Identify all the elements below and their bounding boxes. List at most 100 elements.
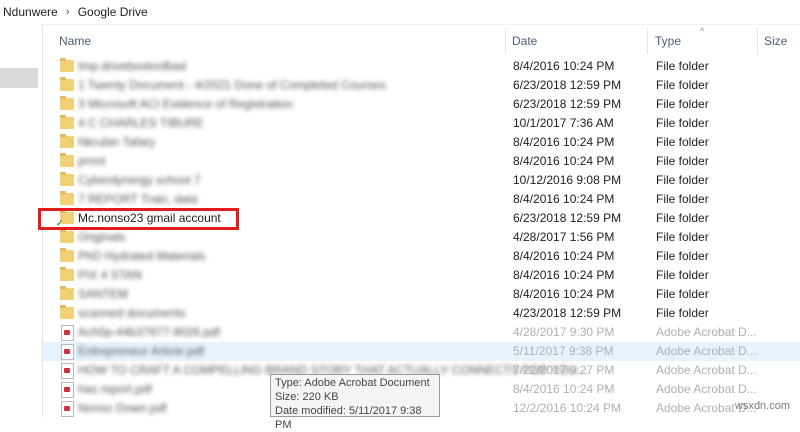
file-type: File folder <box>656 192 709 206</box>
file-date: 8/4/2016 10:24 PM <box>513 59 615 73</box>
file-date: 8/4/2016 10:24 PM <box>513 268 615 282</box>
file-type: Adobe Acrobat D... <box>656 325 757 339</box>
chevron-right-icon[interactable]: › <box>61 6 75 18</box>
file-type: File folder <box>656 249 709 263</box>
file-date: 8/4/2016 10:24 PM <box>513 249 615 263</box>
column-divider[interactable] <box>647 28 648 54</box>
folder-icon <box>60 191 74 205</box>
file-row[interactable]: Entrepreneur Article.pdf 5/11/2017 9:38 P… <box>43 342 800 361</box>
file-date: 7/22/2017 9:27 PM <box>513 363 615 377</box>
folder-icon <box>60 77 74 91</box>
breadcrumb-item-ndunwere[interactable]: Ndunwere <box>0 5 61 19</box>
column-header-size[interactable]: Size <box>764 28 787 54</box>
file-row[interactable]: scanned documents 4/23/2018 12:59 PM File … <box>43 304 800 323</box>
file-row[interactable]: Cyberdynergy school 7 10/12/2016 9:08 PM F… <box>43 171 800 190</box>
file-name: Originals <box>78 230 126 244</box>
file-type: Adobe Acrobat D... <box>656 382 757 396</box>
column-header-type[interactable]: Type <box>655 28 681 54</box>
file-type: Adobe Acrobat D... <box>656 344 757 358</box>
file-name: 3 Microsoft ACI Evidence of Registration <box>78 97 293 111</box>
file-row[interactable]: 3 Microsoft ACI Evidence of Registration… <box>43 95 800 114</box>
file-row[interactable]: PhD Hydrated Materials 8/4/2016 10:24 PM F… <box>43 247 800 266</box>
column-header-row: Name Date Type Size <box>43 28 800 54</box>
column-header-name[interactable]: Name <box>59 28 91 54</box>
folder-icon <box>60 115 74 129</box>
file-name: Cyberdynergy school 7 <box>78 173 201 187</box>
file-name: PIX 4 STAN <box>78 268 142 282</box>
file-date: 8/4/2016 10:24 PM <box>513 135 615 149</box>
file-type: File folder <box>656 230 709 244</box>
file-date: 4/28/2017 1:56 PM <box>513 230 615 244</box>
file-name: Nkrubin Tafary <box>78 135 156 149</box>
file-date: 12/2/2016 10:24 PM <box>513 401 622 415</box>
pdf-file-icon <box>61 401 74 417</box>
highlight-callout-box <box>38 208 239 230</box>
file-date: 6/23/2018 12:59 PM <box>513 78 622 92</box>
pdf-file-icon <box>61 382 74 398</box>
file-name: 7 REPORT Train, data <box>78 192 198 206</box>
file-row[interactable]: Nkrubin Tafary 8/4/2016 10:24 PM File fold… <box>43 133 800 152</box>
folder-icon <box>60 305 74 319</box>
file-type: File folder <box>656 173 709 187</box>
file-date: 4/23/2018 12:59 PM <box>513 306 622 320</box>
file-tooltip: Type: Adobe Acrobat Document Size: 220 K… <box>270 374 440 431</box>
file-type: File folder <box>656 116 709 130</box>
breadcrumb: Ndunwere › Google Drive <box>0 0 800 25</box>
sort-arrow-icon: ^ <box>700 26 705 36</box>
file-type: File folder <box>656 135 709 149</box>
file-row[interactable]: 4 C CHARLES TIBURE 10/1/2017 7:36 AM File … <box>43 114 800 133</box>
folder-icon <box>60 286 74 300</box>
pdf-file-icon <box>61 344 74 360</box>
file-row[interactable]: SANTEM 8/4/2016 10:24 PM File folder <box>43 285 800 304</box>
breadcrumb-item-google-drive[interactable]: Google Drive <box>75 5 151 19</box>
file-name: has report.pdf <box>78 382 153 396</box>
file-row[interactable]: Ach0p-44b37977-9026.pdf 4/28/2017 9:30 PM… <box>43 323 800 342</box>
file-date: 10/1/2017 7:36 AM <box>513 116 614 130</box>
column-divider[interactable] <box>505 28 506 54</box>
file-name: Entrepreneur Article.pdf <box>78 344 205 358</box>
watermark: wsxdn.com <box>735 400 791 412</box>
column-header-date[interactable]: Date <box>512 28 537 54</box>
file-date: 8/4/2016 10:24 PM <box>513 382 615 396</box>
file-type: File folder <box>656 287 709 301</box>
file-name: Ach0p-44b37977-9026.pdf <box>78 325 221 339</box>
tooltip-type: Type: Adobe Acrobat Document <box>275 377 430 389</box>
folder-icon <box>60 96 74 110</box>
file-date: 6/23/2018 12:59 PM <box>513 211 622 225</box>
file-type: Adobe Acrobat D... <box>656 363 757 377</box>
file-name: 4 C CHARLES TIBURE <box>78 116 204 130</box>
file-row[interactable]: 1 Twenty Document - 4/2021 Done of Compl… <box>43 76 800 95</box>
file-name: scanned documents <box>78 306 186 320</box>
file-type: File folder <box>656 154 709 168</box>
folder-icon <box>60 153 74 167</box>
folder-icon <box>60 248 74 262</box>
tooltip-size: Size: 220 KB <box>275 391 339 403</box>
file-date: 8/4/2016 10:24 PM <box>513 192 615 206</box>
file-type: File folder <box>656 78 709 92</box>
folder-icon <box>60 229 74 243</box>
file-type: File folder <box>656 268 709 282</box>
pdf-file-icon <box>61 363 74 379</box>
file-type: File folder <box>656 306 709 320</box>
nav-pane-selected-item[interactable] <box>0 68 38 88</box>
file-row[interactable]: PIX 4 STAN 8/4/2016 10:24 PM File folder <box>43 266 800 285</box>
column-divider[interactable] <box>757 28 758 54</box>
folder-icon <box>60 134 74 148</box>
file-name: 1 Twenty Document - 4/2021 Done of Compl… <box>78 78 386 92</box>
file-name: Nonso Down.pdf <box>78 401 167 415</box>
file-name: prnnt <box>78 154 106 168</box>
file-row[interactable]: tmp.driveboxtoolbad 8/4/2016 10:24 PM File… <box>43 57 800 76</box>
file-list: tmp.driveboxtoolbad 8/4/2016 10:24 PM File… <box>43 57 800 418</box>
file-type: File folder <box>656 97 709 111</box>
file-name: SANTEM <box>78 287 129 301</box>
file-name: tmp.driveboxtoolbad <box>78 59 187 73</box>
file-date: 4/28/2017 9:30 PM <box>513 325 615 339</box>
file-name: PhD Hydrated Materials <box>78 249 206 263</box>
file-row[interactable]: prnnt 8/4/2016 10:24 PM File folder <box>43 152 800 171</box>
tooltip-date-modified: Date modified: 5/11/2017 9:38 PM <box>275 405 422 431</box>
file-date: 8/4/2016 10:24 PM <box>513 287 615 301</box>
navigation-pane <box>0 24 43 417</box>
file-row[interactable]: 7 REPORT Train, data 8/4/2016 10:24 PM Fil… <box>43 190 800 209</box>
file-type: File folder <box>656 211 709 225</box>
file-row[interactable]: Originals 4/28/2017 1:56 PM File folder <box>43 228 800 247</box>
